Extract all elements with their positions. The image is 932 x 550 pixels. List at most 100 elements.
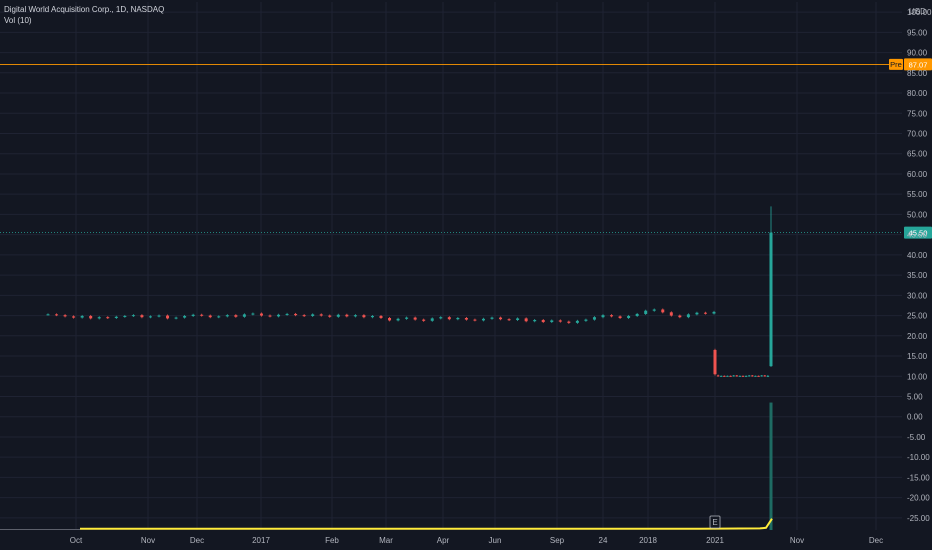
spike-candle bbox=[735, 375, 738, 377]
history-candle bbox=[422, 319, 426, 321]
spike-candle bbox=[716, 375, 720, 377]
history-candle bbox=[97, 317, 101, 319]
y-tick-label: 30.00 bbox=[907, 291, 928, 300]
history-candle bbox=[507, 319, 511, 321]
history-candle bbox=[712, 311, 716, 314]
y-tick-label: 25.00 bbox=[907, 312, 928, 321]
spike-candle bbox=[760, 375, 763, 377]
history-candle bbox=[285, 313, 289, 315]
history-candle bbox=[157, 315, 161, 317]
spike-candle bbox=[729, 375, 732, 377]
y-tick-label: 10.00 bbox=[907, 372, 928, 381]
y-tick-label: 55.00 bbox=[907, 190, 928, 199]
y-tick-label: -5.00 bbox=[907, 433, 926, 442]
y-axis[interactable]: 100.0095.0090.0085.0080.0075.0070.0065.0… bbox=[907, 7, 932, 523]
y-tick-label: 35.00 bbox=[907, 271, 928, 280]
spike-candle bbox=[744, 375, 748, 377]
history-candle bbox=[208, 315, 212, 318]
y-tick-label: 20.00 bbox=[907, 332, 928, 341]
y-tick-label: 60.00 bbox=[907, 170, 928, 179]
history-candle bbox=[533, 320, 537, 322]
history-candles bbox=[46, 308, 716, 324]
x-axis[interactable]: Oct Nov Dec 2017 Feb Mar Apr Jun Sep 24 2018 2021 No… bbox=[70, 536, 883, 545]
x-tick-label: 24 bbox=[599, 536, 608, 545]
price-badge-label: Pre bbox=[890, 60, 902, 69]
x-tick-label: 2017 bbox=[252, 536, 270, 545]
event-markers: E bbox=[709, 515, 721, 529]
y-tick-label: 85.00 bbox=[907, 69, 928, 78]
price-chart[interactable]: Pre 87.0745.50 100.0095.0090.0085.0080.00… bbox=[0, 0, 932, 550]
y-tick-label: 15.00 bbox=[907, 352, 928, 361]
history-candle bbox=[106, 317, 110, 319]
x-tick-label: Feb bbox=[325, 536, 339, 545]
spike-candle bbox=[726, 375, 729, 377]
history-candle bbox=[516, 318, 520, 321]
x-tick-label: Apr bbox=[437, 536, 450, 545]
y-tick-label: 40.00 bbox=[907, 251, 928, 260]
history-candle bbox=[413, 317, 417, 320]
legend-title[interactable]: Digital World Acquisition Corp., 1D, NAS… bbox=[4, 4, 164, 15]
legend-volume[interactable]: Vol (10) bbox=[4, 15, 164, 26]
spike-candle bbox=[763, 375, 766, 377]
history-candle bbox=[473, 319, 477, 321]
history-candle bbox=[405, 317, 409, 319]
y-tick-label: 90.00 bbox=[907, 49, 928, 58]
history-candle bbox=[481, 318, 485, 321]
history-candle bbox=[277, 314, 281, 317]
x-tick-label: Mar bbox=[379, 536, 393, 545]
spike-candle bbox=[766, 375, 770, 377]
volume-ma-line bbox=[80, 518, 773, 530]
y-tick-label: -10.00 bbox=[907, 453, 930, 462]
y-tick-label: 45.00 bbox=[907, 231, 928, 240]
history-candle bbox=[89, 315, 93, 319]
y-tick-label: 70.00 bbox=[907, 129, 928, 138]
y-tick-label: 65.00 bbox=[907, 150, 928, 159]
history-candle bbox=[669, 312, 673, 316]
history-candle bbox=[311, 314, 315, 316]
history-candle bbox=[550, 320, 554, 323]
history-candle bbox=[302, 315, 306, 317]
history-candle bbox=[46, 314, 50, 316]
y-tick-label: -25.00 bbox=[907, 514, 930, 523]
y-tick-label: -15.00 bbox=[907, 473, 930, 482]
history-candle bbox=[259, 313, 263, 316]
history-candle bbox=[148, 316, 152, 318]
history-candle bbox=[558, 320, 562, 322]
history-candle bbox=[644, 310, 648, 314]
history-candle bbox=[191, 314, 195, 316]
history-candle bbox=[268, 315, 272, 317]
spike-candle bbox=[754, 375, 757, 377]
y-tick-label: 95.00 bbox=[907, 28, 928, 37]
spike-candles bbox=[713, 206, 773, 378]
history-candle bbox=[627, 315, 631, 318]
history-candle bbox=[72, 316, 76, 318]
history-candle bbox=[242, 314, 246, 317]
history-candle bbox=[592, 317, 596, 320]
history-candle bbox=[456, 317, 460, 320]
history-candle bbox=[362, 315, 366, 318]
spike-candle bbox=[738, 375, 742, 377]
x-tick-label: Dec bbox=[190, 536, 204, 545]
history-candle bbox=[225, 315, 229, 317]
history-candle bbox=[166, 315, 170, 319]
history-candle bbox=[217, 316, 221, 318]
y-tick-label: -20.00 bbox=[907, 494, 930, 503]
history-candle bbox=[345, 314, 349, 317]
history-candle bbox=[464, 317, 468, 320]
history-candle bbox=[695, 312, 699, 315]
history-candle bbox=[618, 316, 622, 318]
y-tick-label: 80.00 bbox=[907, 89, 928, 98]
spike-candle bbox=[732, 375, 735, 377]
spike-candle bbox=[723, 375, 726, 377]
history-candle bbox=[541, 320, 545, 323]
history-candle bbox=[200, 314, 204, 316]
x-tick-label: Nov bbox=[790, 536, 804, 545]
spike-candle bbox=[713, 349, 717, 375]
history-candle bbox=[251, 313, 255, 315]
history-candle bbox=[447, 317, 451, 320]
history-candle bbox=[635, 313, 639, 316]
volume-spike-bar bbox=[769, 402, 773, 530]
history-candle bbox=[678, 315, 682, 318]
y-tick-label: 75.00 bbox=[907, 109, 928, 118]
x-tick-label: Sep bbox=[550, 536, 565, 545]
